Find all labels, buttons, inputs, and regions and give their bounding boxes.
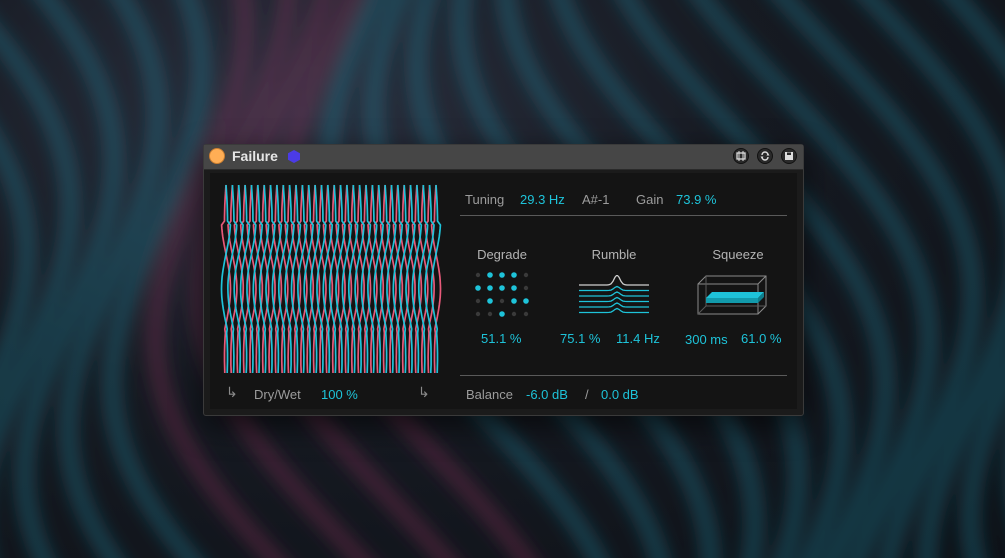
waveform-line [220,184,232,374]
degrade-dot [475,272,481,278]
background-wave [0,28,78,447]
rumble-line [579,307,649,314]
degrade-dot [487,285,493,291]
routing-arrow-icon: ↳ [226,384,238,400]
degrade-dot [499,311,505,317]
waveform-display [220,184,442,374]
gain-value[interactable]: 73.9 % [676,192,716,207]
drywet-label: Dry/Wet [254,387,301,402]
degrade-dot [523,285,529,291]
degrade-dot [511,311,517,317]
balance-separator: / [585,387,589,402]
balance-left-value[interactable]: -6.0 dB [526,387,568,402]
tuning-hz-value[interactable]: 29.3 Hz [520,192,565,207]
degrade-dot [487,298,493,304]
device-title: Failure [232,148,278,164]
degrade-title: Degrade [477,247,527,262]
rumble-line [579,285,649,292]
device-title-bar: Failure [204,145,803,170]
routing-arrow-icon: ↳ [418,384,430,400]
rumble-amount-value[interactable]: 75.1 % [560,331,600,346]
degrade-dot [511,272,517,278]
degrade-value[interactable]: 51.1 % [481,331,521,346]
squeeze-title: Squeeze [712,247,764,262]
hexagon-logo-icon [288,150,300,163]
degrade-dot [499,285,505,291]
divider [460,375,787,376]
degrade-dot [487,311,493,317]
tuning-note-value[interactable]: A#-1 [582,192,609,207]
device-power-button[interactable] [209,148,225,164]
drywet-value[interactable]: 100 % [321,387,358,402]
degrade-dot [499,272,505,278]
rumble-line [579,291,649,297]
squeeze-amount-value[interactable]: 61.0 % [741,331,781,346]
squeeze-box-icon[interactable] [696,270,772,320]
balance-label: Balance [466,387,513,402]
degrade-dots-icon[interactable] [472,269,534,321]
degrade-dot [511,285,517,291]
map-icon[interactable] [733,148,749,164]
rumble-line [579,302,649,308]
degrade-dot [523,272,529,278]
tuning-label: Tuning [465,192,505,207]
degrade-dot [523,311,529,317]
save-icon[interactable] [781,148,797,164]
rumble-title: Rumble [591,247,637,262]
degrade-dot [523,298,529,304]
gain-label: Gain [636,192,664,207]
failure-device: Failure ↳ Dry/Wet 100 % ↳ Tuning 29.3 Hz… [203,144,804,416]
rumble-line [579,275,649,286]
rumble-lines-icon[interactable] [579,275,649,317]
balance-right-value[interactable]: 0.0 dB [601,387,639,402]
degrade-dot [499,298,505,304]
degrade-dot [511,298,517,304]
loop-icon[interactable] [757,148,773,164]
degrade-dot [487,272,493,278]
device-panel: ↳ Dry/Wet 100 % ↳ Tuning 29.3 Hz A#-1 Ga… [210,173,797,409]
squeeze-time-value[interactable]: 300 ms [685,332,728,347]
degrade-dot [475,298,481,304]
divider [460,215,787,216]
rumble-line [579,296,649,303]
waveform-line [430,184,442,374]
rumble-freq-value[interactable]: 11.4 Hz [616,331,660,346]
degrade-dot [475,285,481,291]
degrade-dot [475,311,481,317]
